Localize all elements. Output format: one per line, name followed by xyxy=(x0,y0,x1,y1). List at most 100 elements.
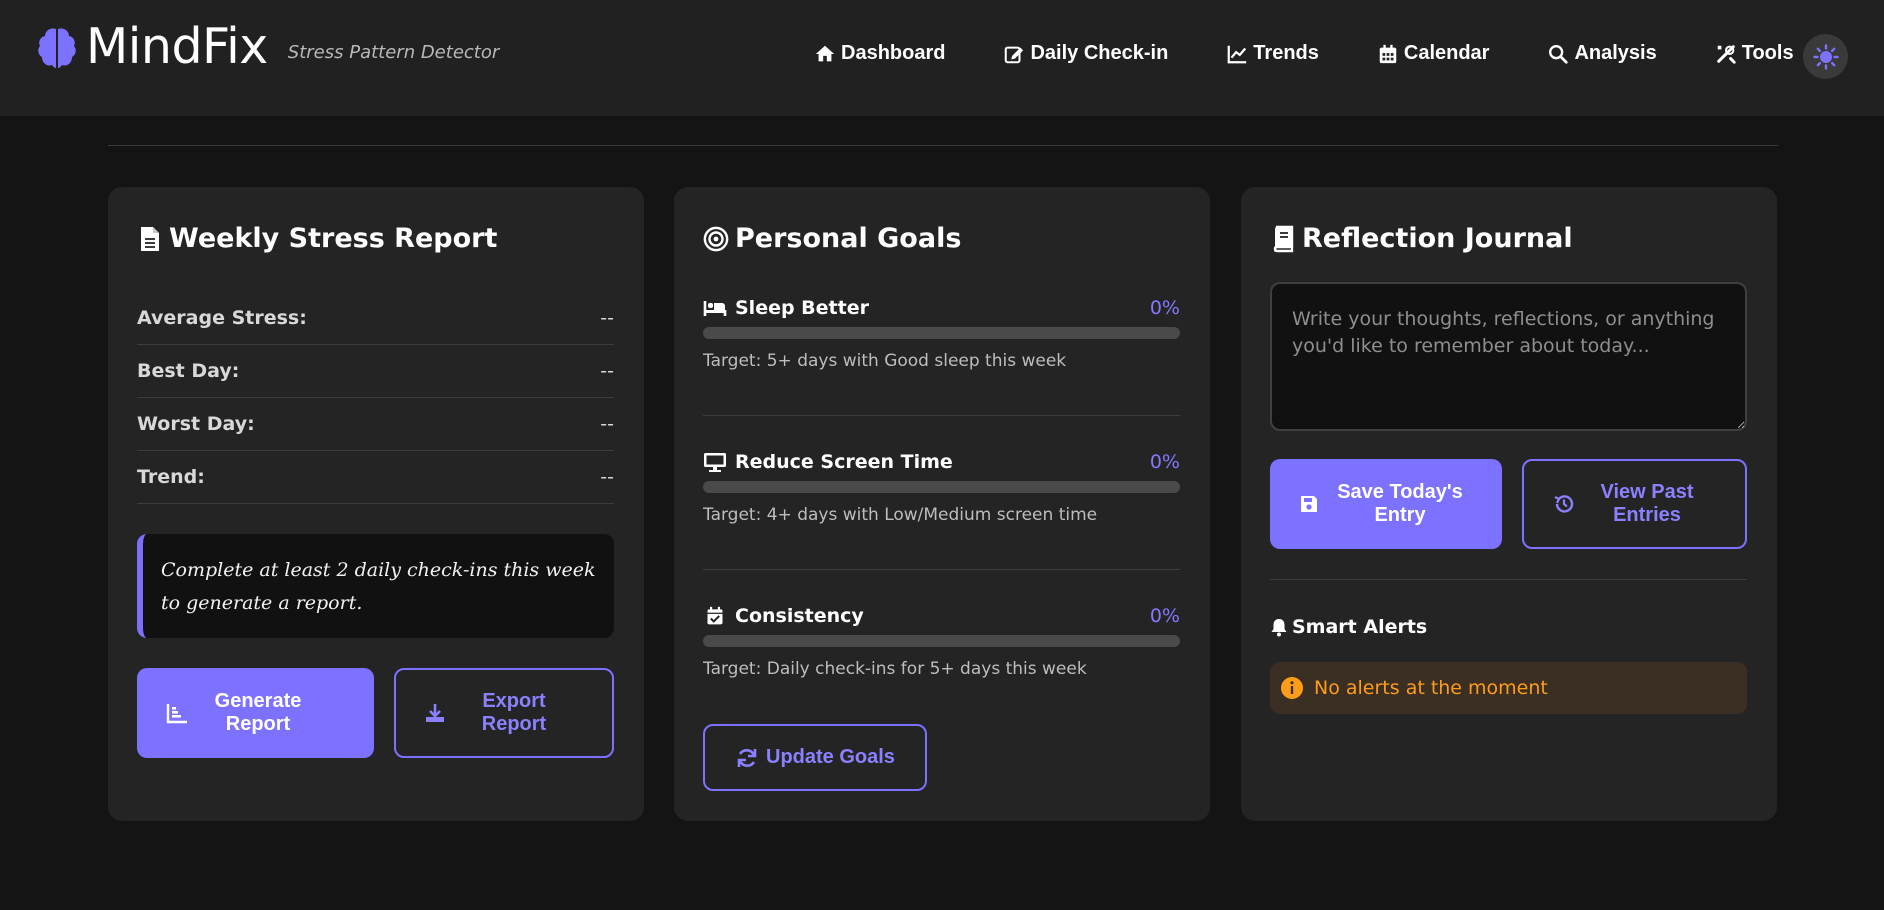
download-icon xyxy=(426,704,444,722)
tools-icon xyxy=(1716,44,1736,64)
history-icon xyxy=(1554,495,1574,513)
alert-message: No alerts at the moment xyxy=(1314,677,1548,699)
stat-value: -- xyxy=(600,413,614,435)
goal-percent: 0% xyxy=(1149,451,1180,473)
file-icon xyxy=(141,226,159,251)
nav-tools-label: Tools xyxy=(1741,42,1794,64)
goal-name: Sleep Better xyxy=(703,297,869,319)
navbar: MindFix Stress Pattern Detector Dashboar… xyxy=(0,0,1884,116)
nav-analysis[interactable]: Analysis xyxy=(1547,42,1657,65)
stat-value: -- xyxy=(600,466,614,488)
save-entry-button[interactable]: Save Today's Entry xyxy=(1270,459,1502,549)
personal-goals-title: Personal Goals xyxy=(703,223,961,254)
nav-trends-label: Trends xyxy=(1253,42,1319,64)
smart-alerts-title: Smart Alerts xyxy=(1270,616,1427,638)
main-nav: Dashboard Daily Check-in Trends Calendar… xyxy=(814,42,1794,65)
nav-analysis-label: Analysis xyxy=(1574,42,1657,64)
stat-label: Worst Day: xyxy=(137,413,255,435)
brand[interactable]: MindFix Stress Pattern Detector xyxy=(36,22,499,71)
stat-row-average-stress: Average Stress: -- xyxy=(137,292,614,345)
book-icon xyxy=(1273,225,1294,252)
nav-daily-checkin-label: Daily Check-in xyxy=(1030,42,1169,64)
update-goals-label: Update Goals xyxy=(766,746,895,768)
nav-dashboard-label: Dashboard xyxy=(841,42,946,64)
update-goals-button[interactable]: Update Goals xyxy=(703,724,927,791)
goal-name: Reduce Screen Time xyxy=(703,451,953,473)
stat-row-worst-day: Worst Day: -- xyxy=(137,398,614,451)
goal-header: Consistency 0% xyxy=(703,605,1180,627)
bed-icon xyxy=(703,301,727,316)
stat-value: -- xyxy=(600,307,614,329)
goal-consistency: Consistency 0% Target: Daily check-ins f… xyxy=(703,605,1180,685)
goal-percent: 0% xyxy=(1149,297,1180,319)
smart-alerts-title-text: Smart Alerts xyxy=(1292,616,1428,638)
save-entry-label: Save Today's Entry xyxy=(1337,481,1463,526)
app-tagline: Stress Pattern Detector xyxy=(287,42,500,63)
goal-name: Consistency xyxy=(703,605,864,627)
stat-label: Trend: xyxy=(137,466,205,488)
refresh-icon xyxy=(737,748,757,767)
goal-divider xyxy=(703,415,1180,416)
target-icon xyxy=(703,226,729,251)
personal-goals-title-text: Personal Goals xyxy=(735,223,962,254)
stat-row-trend: Trend: -- xyxy=(137,451,614,504)
generate-report-label: Generate Report xyxy=(214,690,302,735)
calendar-check-icon xyxy=(707,606,723,625)
save-icon xyxy=(1301,496,1317,512)
goal-name-text: Reduce Screen Time xyxy=(735,451,953,473)
goal-target: Target: 5+ days with Good sleep this wee… xyxy=(703,351,1067,371)
export-report-button[interactable]: Export Report xyxy=(394,668,614,758)
journal-textarea[interactable] xyxy=(1270,282,1747,431)
goal-header: Sleep Better 0% xyxy=(703,297,1180,319)
weekly-report-title: Weekly Stress Report xyxy=(137,223,497,254)
goal-progress-bar xyxy=(703,481,1180,493)
nav-trends[interactable]: Trends xyxy=(1226,42,1319,65)
personal-goals-card: Personal Goals Sleep Better 0% Target: 5… xyxy=(674,187,1210,821)
nav-calendar[interactable]: Calendar xyxy=(1377,42,1490,65)
calendar-icon xyxy=(1379,44,1397,63)
app-name: MindFix xyxy=(86,18,268,75)
goal-target: Target: Daily check-ins for 5+ days this… xyxy=(703,659,1087,679)
goal-sleep-better: Sleep Better 0% Target: 5+ days with Goo… xyxy=(703,297,1180,377)
stat-row-best-day: Best Day: -- xyxy=(137,345,614,398)
goal-reduce-screen-time: Reduce Screen Time 0% Target: 4+ days wi… xyxy=(703,451,1180,531)
view-past-entries-label: View Past Entries xyxy=(1600,481,1694,526)
nav-daily-checkin[interactable]: Daily Check-in xyxy=(1003,42,1168,65)
desktop-icon xyxy=(704,453,726,472)
reflection-journal-title-text: Reflection Journal xyxy=(1302,223,1573,254)
goal-progress-bar xyxy=(703,635,1180,647)
reflection-journal-card: Reflection Journal Save Today's Entry Vi… xyxy=(1241,187,1777,821)
section-divider xyxy=(108,145,1778,146)
bell-icon xyxy=(1271,619,1287,637)
nav-tools[interactable]: Tools xyxy=(1715,42,1794,65)
goal-progress-bar xyxy=(703,327,1180,339)
sun-icon xyxy=(1812,43,1839,70)
line-chart-icon xyxy=(1227,45,1247,63)
search-icon xyxy=(1549,44,1569,64)
stat-label: Best Day: xyxy=(137,360,240,382)
nav-calendar-label: Calendar xyxy=(1403,42,1490,64)
info-icon xyxy=(1281,677,1303,699)
goal-target: Target: 4+ days with Low/Medium screen t… xyxy=(703,505,1098,525)
edit-icon xyxy=(1005,46,1024,63)
goal-name-text: Sleep Better xyxy=(735,297,869,319)
goal-header: Reduce Screen Time 0% xyxy=(703,451,1180,473)
weekly-report-card: Weekly Stress Report Average Stress: -- … xyxy=(108,187,644,821)
goal-divider xyxy=(703,569,1180,570)
reflection-journal-title: Reflection Journal xyxy=(1270,223,1573,254)
brain-icon xyxy=(38,27,76,68)
home-icon xyxy=(815,45,835,61)
stat-label: Average Stress: xyxy=(137,307,307,329)
stat-value: -- xyxy=(600,360,614,382)
goal-name-text: Consistency xyxy=(735,605,864,627)
report-notice: Complete at least 2 daily check-ins this… xyxy=(137,534,614,638)
theme-toggle-button[interactable] xyxy=(1803,34,1848,79)
weekly-report-title-text: Weekly Stress Report xyxy=(169,223,498,254)
bar-chart-icon xyxy=(166,704,187,724)
alert-message-box: No alerts at the moment xyxy=(1270,662,1747,714)
view-past-entries-button[interactable]: View Past Entries xyxy=(1522,459,1747,549)
generate-report-button[interactable]: Generate Report xyxy=(137,668,374,758)
nav-dashboard[interactable]: Dashboard xyxy=(814,42,945,65)
alerts-divider xyxy=(1270,579,1747,580)
export-report-label: Export Report xyxy=(481,690,547,735)
